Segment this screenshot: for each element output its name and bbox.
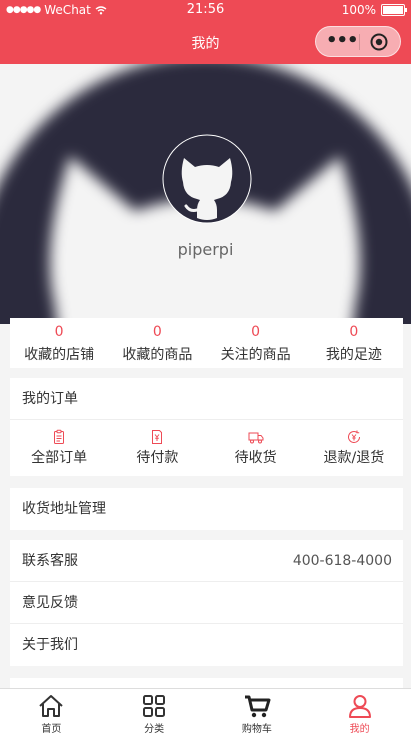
contact-label: 联系客服 xyxy=(22,553,78,569)
next-card-edge xyxy=(10,678,403,688)
stat-label: 关注的商品 xyxy=(220,347,291,363)
feedback-label: 意见反馈 xyxy=(22,595,78,611)
tab-category[interactable]: 分类 xyxy=(103,689,206,738)
tab-label: 首页 xyxy=(41,724,62,735)
tab-bar: 首页 分类 购物车 我的 xyxy=(0,688,411,738)
tab-mine[interactable]: 我的 xyxy=(308,689,411,738)
address-card: 收货地址管理 xyxy=(10,488,403,530)
tab-label: 购物车 xyxy=(241,724,272,735)
delivery-truck-icon xyxy=(248,432,264,444)
avatar[interactable] xyxy=(162,134,252,224)
user-icon xyxy=(348,695,371,718)
battery-icon xyxy=(381,4,407,16)
order-pending-receipt[interactable]: 待收货 xyxy=(207,420,305,476)
address-management[interactable]: 收货地址管理 xyxy=(10,488,403,530)
tab-cart[interactable]: 购物车 xyxy=(206,689,309,738)
close-target-icon[interactable] xyxy=(370,33,388,51)
order-label: 待收货 xyxy=(234,450,277,466)
stat-favorite-shops[interactable]: 0 收藏的店铺 xyxy=(10,318,108,368)
profile-header: piperpi xyxy=(0,64,411,324)
stat-footprints[interactable]: 0 我的足迹 xyxy=(305,318,403,368)
my-orders-header[interactable]: 我的订单 xyxy=(10,378,403,420)
nav-bar: 我的 ••• xyxy=(0,20,411,64)
stat-favorite-products[interactable]: 0 收藏的商品 xyxy=(108,318,206,368)
stat-label: 收藏的店铺 xyxy=(24,347,95,363)
order-pending-payment[interactable]: 待付款 xyxy=(108,420,206,476)
more-icon[interactable]: ••• xyxy=(326,31,359,51)
order-all[interactable]: 全部订单 xyxy=(10,420,108,476)
stat-count: 0 xyxy=(251,324,261,340)
about-us[interactable]: 关于我们 xyxy=(10,624,403,666)
stat-count: 0 xyxy=(152,324,162,340)
order-refund[interactable]: 退款/退货 xyxy=(305,420,403,476)
my-orders-title: 我的订单 xyxy=(22,391,78,407)
stat-count: 0 xyxy=(349,324,359,340)
cart-icon xyxy=(244,695,271,718)
tab-label: 我的 xyxy=(349,724,370,735)
order-label: 全部订单 xyxy=(31,450,88,466)
payment-document-icon xyxy=(152,430,163,444)
username: piperpi xyxy=(177,240,234,259)
category-grid-icon xyxy=(143,695,166,717)
feedback[interactable]: 意见反馈 xyxy=(10,582,403,624)
contact-service[interactable]: 联系客服 400-618-4000 xyxy=(10,540,403,582)
orders-card: 我的订单 全部订单 待付款 待收货 退款/退货 xyxy=(10,378,403,476)
about-label: 关于我们 xyxy=(22,637,78,653)
mini-program-capsule[interactable]: ••• xyxy=(315,26,401,57)
order-status-row: 全部订单 待付款 待收货 退款/退货 xyxy=(10,420,403,476)
home-icon xyxy=(39,695,64,717)
refund-yen-icon xyxy=(347,430,360,443)
order-label: 待付款 xyxy=(136,450,179,466)
battery-percent: 100% xyxy=(341,3,376,17)
tab-home[interactable]: 首页 xyxy=(0,689,103,738)
stat-label: 收藏的商品 xyxy=(122,347,193,363)
service-card: 联系客服 400-618-4000 意见反馈 关于我们 xyxy=(10,540,403,666)
status-bar: ●●●●● WeChat 21:56 100% xyxy=(0,0,411,20)
address-label: 收货地址管理 xyxy=(22,501,106,517)
clipboard-icon xyxy=(54,429,65,444)
capsule-divider xyxy=(359,34,360,50)
tab-label: 分类 xyxy=(144,724,165,735)
stat-followed-products[interactable]: 0 关注的商品 xyxy=(207,318,305,368)
service-phone[interactable]: 400-618-4000 xyxy=(293,540,392,582)
stats-bar: 0 收藏的店铺 0 收藏的商品 0 关注的商品 0 我的足迹 xyxy=(10,318,403,368)
stat-label: 我的足迹 xyxy=(325,347,382,363)
order-label: 退款/退货 xyxy=(323,450,385,466)
stat-count: 0 xyxy=(54,324,64,340)
